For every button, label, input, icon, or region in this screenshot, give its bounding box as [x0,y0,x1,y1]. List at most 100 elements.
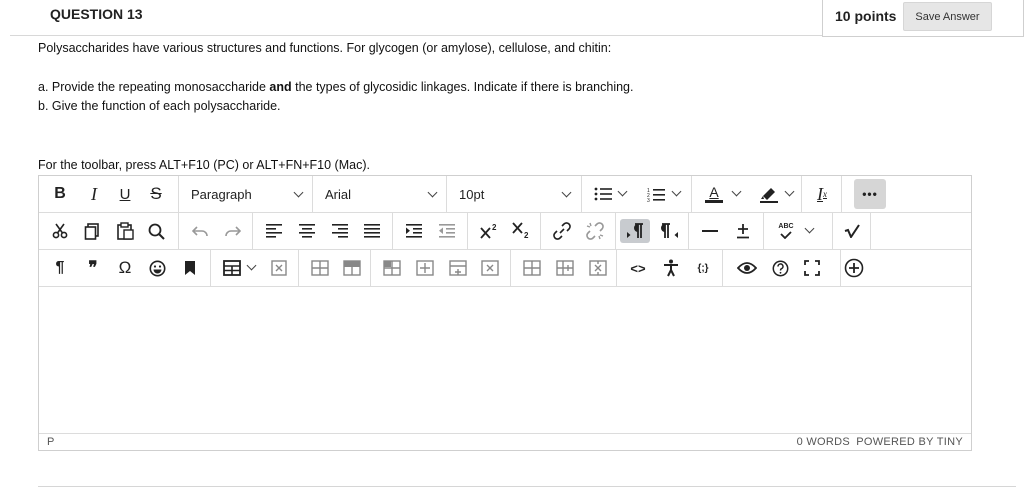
section-divider [38,486,1016,487]
editor-status-bar: P 0 WORDS POWERED BY TINY [39,434,971,451]
code-sample-icon[interactable]: {;} [691,256,715,280]
chevron-down-icon[interactable] [731,186,742,197]
delete-row-icon[interactable] [479,256,501,280]
strikethrough-button[interactable]: S [145,182,167,206]
rtl-icon[interactable] [658,219,682,243]
bookmark-icon[interactable] [179,256,201,280]
undo-icon[interactable] [189,219,211,243]
font-color-button[interactable]: A [704,182,724,206]
redo-icon[interactable] [221,219,243,243]
font-size-select[interactable]: 10pt [459,182,579,206]
align-center-icon[interactable] [296,219,318,243]
powered-by-link[interactable]: POWERED BY TINY [856,436,963,448]
font-family-group: Arial [313,176,447,212]
subscript-icon[interactable]: 2 [510,219,534,243]
bold-button[interactable]: B [49,182,71,206]
special-character-icon[interactable]: Ω [114,256,136,280]
superscript-icon[interactable]: 2 [478,219,502,243]
insert-col-after-icon[interactable] [554,256,576,280]
table-icon[interactable] [221,256,243,280]
table-row-props-icon[interactable] [309,256,331,280]
math-group [833,213,871,249]
underline-button[interactable]: U [114,182,136,206]
align-right-icon[interactable] [329,219,351,243]
cut-icon[interactable] [49,219,71,243]
svg-text:2: 2 [492,223,497,232]
spellcheck-glyph: ABC [778,223,794,230]
indent-icon[interactable] [403,219,425,243]
insert-col-before-icon[interactable] [521,256,543,280]
spellcheck-icon[interactable]: ABC [774,219,798,243]
source-code-icon[interactable]: <> [625,256,651,280]
table-cell-props-icon[interactable] [341,256,363,280]
align-justify-icon[interactable] [361,219,383,243]
font-family-value: Arial [325,186,352,202]
ltr-icon[interactable] [620,219,650,243]
word-count[interactable]: 0 WORDS [797,436,850,448]
table-props-group [299,250,371,286]
block-format-group: Paragraph [179,176,313,212]
toolbar-row-1: B I U S Paragraph Arial 10pt 1 2 3 A I x… [39,176,971,213]
save-answer-button[interactable]: Save Answer [903,2,992,31]
toolbar-row-2: 2 2 ABC [39,213,971,250]
outdent-icon[interactable] [436,219,458,243]
spellcheck-group: ABC [764,213,833,249]
chevron-down-icon[interactable] [671,186,682,197]
question-part-b: b. Give the function of each polysacchar… [38,99,281,113]
paste-icon[interactable] [114,219,136,243]
numbered-list-icon[interactable]: 123 [645,182,667,206]
chevron-down-icon[interactable] [804,223,815,234]
copy-icon[interactable] [81,219,103,243]
toolbar-row-3: ¶ ❞ Ω <> {;} [39,250,971,287]
blockquote-icon[interactable]: ❞ [82,256,104,280]
emoji-icon[interactable] [146,256,168,280]
delete-table-icon[interactable] [268,256,290,280]
accessibility-icon[interactable] [660,256,682,280]
link-icon[interactable] [551,219,573,243]
help-icon[interactable] [769,256,791,280]
insert-row-after-icon[interactable] [414,256,436,280]
format-group: B I U S [39,176,179,212]
align-left-icon[interactable] [263,219,285,243]
editor-content-area[interactable] [39,288,971,434]
horizontal-line-icon[interactable] [699,219,721,243]
highlight-pen-icon[interactable] [758,182,780,206]
part-a-bold: and [269,80,292,94]
paragraph-mark-icon[interactable]: ¶ [49,256,71,280]
clear-formatting-button[interactable]: Ix [810,182,834,206]
font-family-select[interactable]: Arial [325,182,445,206]
insert-line-group [689,213,764,249]
bullet-list-icon[interactable] [592,182,614,206]
italic-button[interactable]: I [83,182,105,206]
preview-eye-icon[interactable] [735,256,759,280]
more-options-button[interactable]: ••• [854,179,886,209]
find-replace-icon[interactable] [145,219,167,243]
chevron-down-icon[interactable] [784,186,795,197]
block-format-select[interactable]: Paragraph [191,182,311,206]
font-color-glyph: A [709,184,719,200]
element-path[interactable]: P [47,436,54,448]
font-size-value: 10pt [459,186,485,202]
delete-col-icon[interactable] [587,256,609,280]
fullscreen-icon[interactable] [801,256,823,280]
chevron-down-icon[interactable] [617,186,628,197]
points-label: 10 points [835,8,897,24]
plus-minus-icon[interactable] [732,219,754,243]
clipboard-group [39,213,179,249]
font-size-group: 10pt [447,176,582,212]
chevron-down-icon [427,187,438,198]
insert-group: ¶ ❞ Ω [39,250,211,286]
square-root-icon[interactable] [841,219,863,243]
svg-text:2: 2 [524,231,529,240]
code-group: <> {;} [617,250,723,286]
insert-col-icon[interactable] [447,256,469,280]
part-a-prefix: a. Provide the repeating monosaccharide [38,80,270,94]
chevron-down-icon [561,187,572,198]
insert-row-before-icon[interactable] [381,256,403,280]
add-content-icon[interactable] [843,256,865,280]
rich-text-editor: B I U S Paragraph Arial 10pt 1 2 3 A I x… [38,175,972,451]
unlink-icon[interactable] [584,219,606,243]
script-group: 2 2 [468,213,541,249]
chevron-down-icon[interactable] [246,260,257,271]
alignment-group [253,213,393,249]
